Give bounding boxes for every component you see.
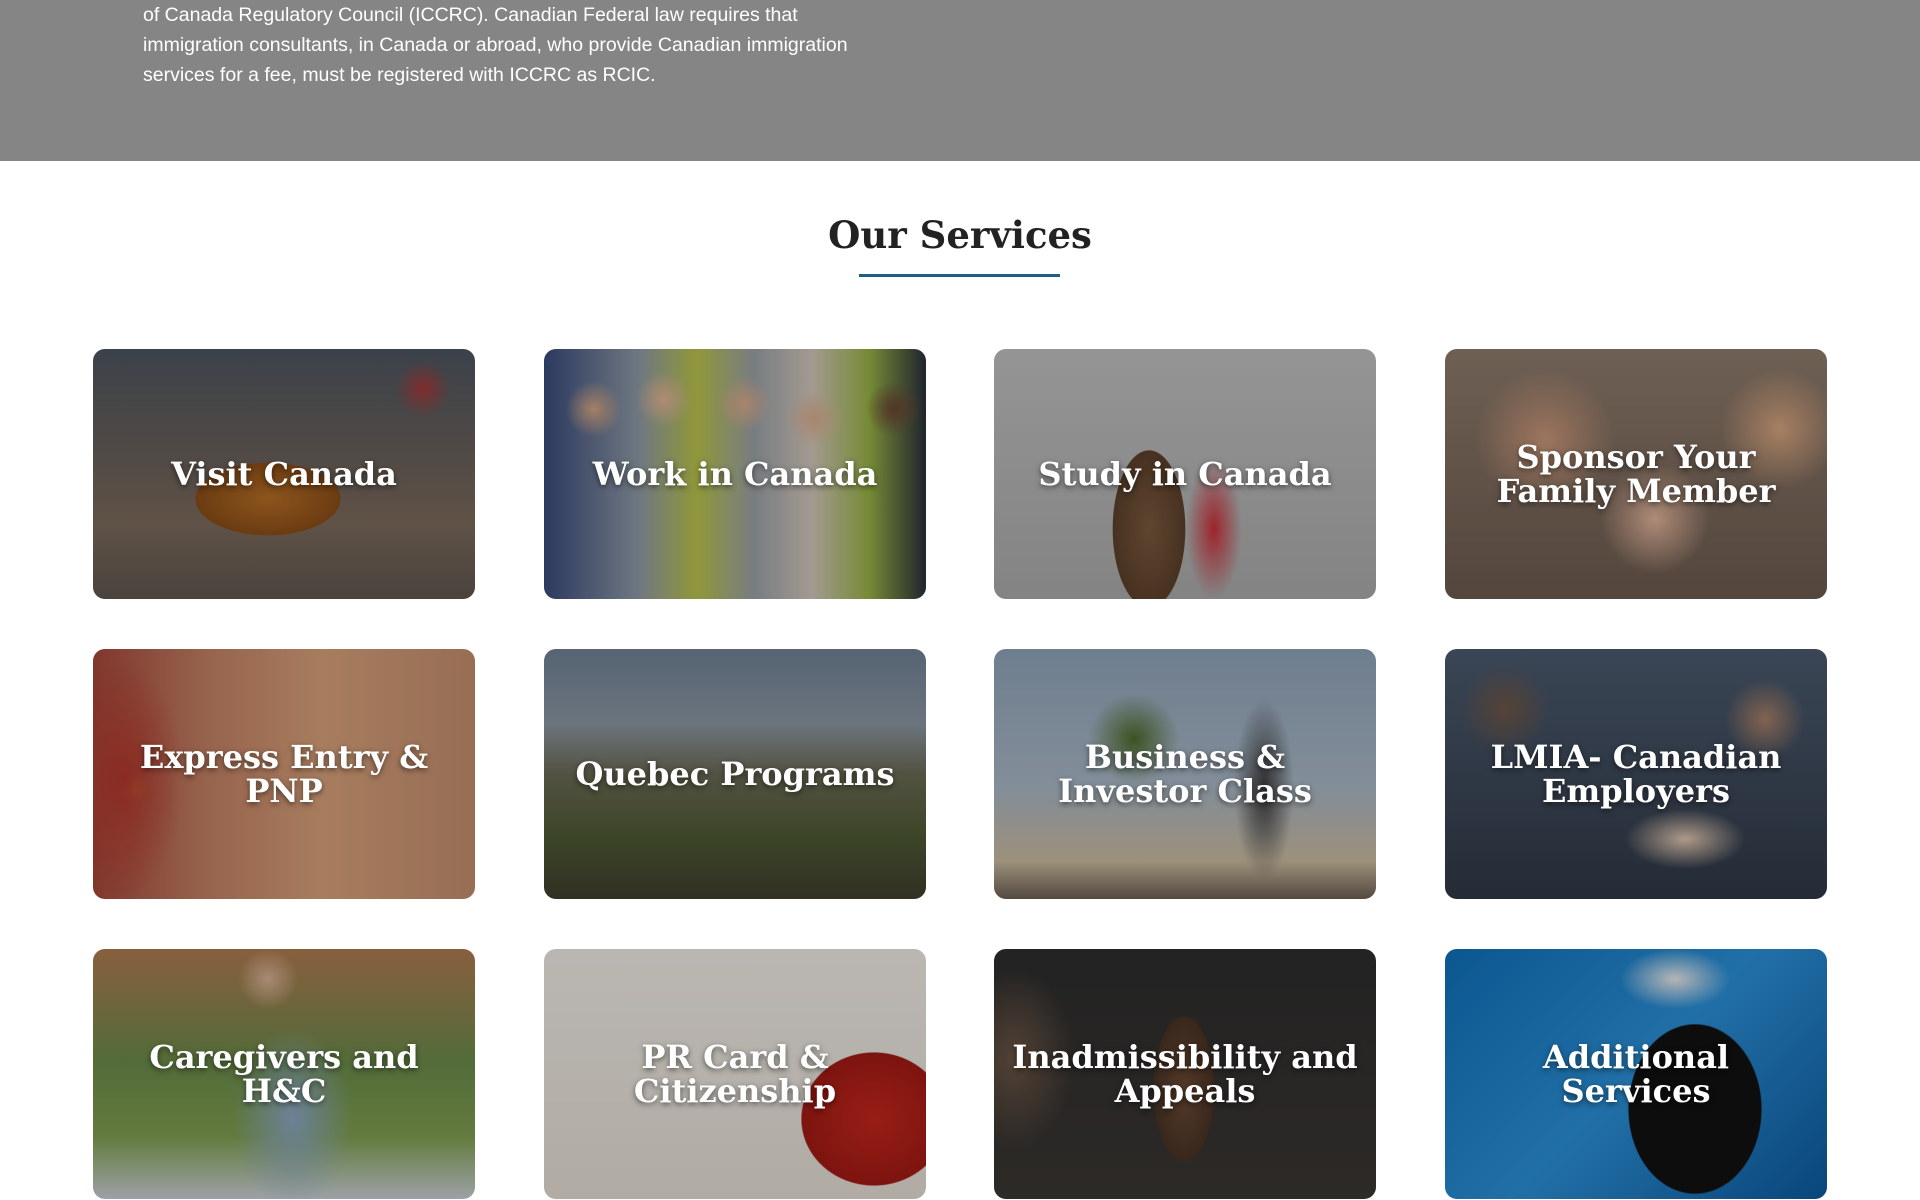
card-title: Express Entry & PNP: [139, 738, 429, 810]
service-card-pr-card-citizenship[interactable]: PR Card & Citizenship: [544, 949, 926, 1199]
service-card-express-entry[interactable]: Express Entry & PNP: [93, 649, 475, 899]
card-title: Study in Canada: [1038, 455, 1332, 493]
service-card-work-in-canada[interactable]: Work in Canada: [544, 349, 926, 599]
service-card-quebec-programs[interactable]: Quebec Programs: [544, 649, 926, 899]
card-title: Inadmissibility and Appeals: [1012, 1038, 1358, 1110]
card-title: PR Card & Citizenship: [633, 1038, 837, 1110]
card-title: LMIA- Canadian Employers: [1490, 738, 1782, 810]
card-title: Visit Canada: [171, 455, 397, 493]
intro-line: immigration consultants, in Canada or ab…: [143, 34, 848, 56]
card-title: Sponsor Your Family Member: [1496, 438, 1776, 510]
card-title: Caregivers and H&C: [149, 1038, 419, 1110]
service-card-study-in-canada[interactable]: Study in Canada: [994, 349, 1376, 599]
service-card-caregivers[interactable]: Caregivers and H&C: [93, 949, 475, 1199]
card-title: Additional Services: [1542, 1038, 1730, 1110]
card-title: Business & Investor Class: [1058, 738, 1312, 810]
service-card-additional-services[interactable]: Additional Services: [1445, 949, 1827, 1199]
service-card-lmia[interactable]: LMIA- Canadian Employers: [1445, 649, 1827, 899]
services-heading: Our Services: [828, 213, 1092, 257]
intro-line: services for a fee, must be registered w…: [143, 64, 656, 86]
service-card-visit-canada[interactable]: Visit Canada: [93, 349, 475, 599]
service-card-sponsor-family[interactable]: Sponsor Your Family Member: [1445, 349, 1827, 599]
heading-underline: [859, 274, 1060, 277]
service-card-inadmissibility[interactable]: Inadmissibility and Appeals: [994, 949, 1376, 1199]
intro-text: of Canada Regulatory Council (ICCRC). Ca…: [143, 0, 903, 90]
card-title: Quebec Programs: [575, 755, 895, 793]
card-title: Work in Canada: [592, 455, 878, 493]
intro-banner: of Canada Regulatory Council (ICCRC). Ca…: [0, 0, 1920, 161]
service-card-business-investor[interactable]: Business & Investor Class: [994, 649, 1376, 899]
intro-line: of Canada Regulatory Council (ICCRC). Ca…: [143, 4, 798, 26]
